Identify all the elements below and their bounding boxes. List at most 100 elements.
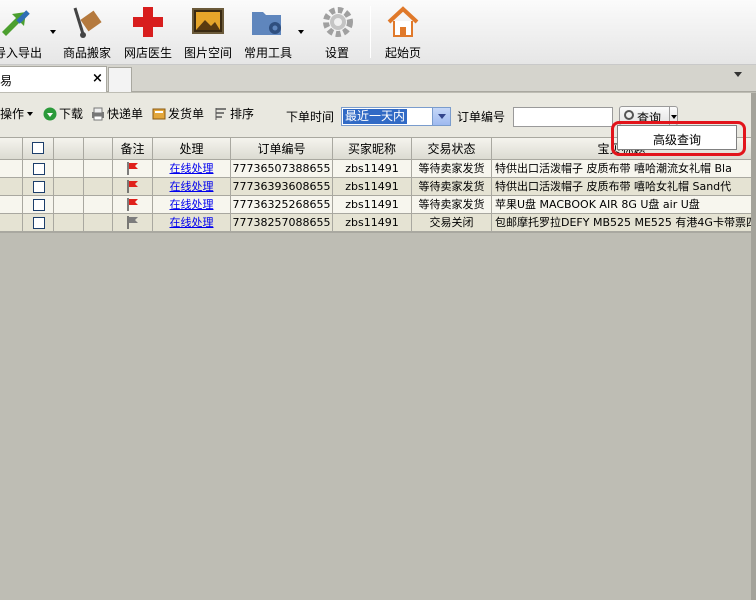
advanced-query-item[interactable]: 高级查询 [618,131,736,148]
window-edge [751,93,756,600]
import-export-icon [2,10,30,36]
row-order-no-cell: 77736507388655 [231,160,333,178]
row-status-cell: 等待卖家发货 [412,196,492,214]
row-checkbox[interactable] [33,163,45,175]
hand-truck-icon [73,7,102,38]
grid-bottom-line [0,232,751,233]
row-status-cell: 等待卖家发货 [412,178,492,196]
sort-icon [215,107,226,120]
row-blank-cell [84,214,113,232]
table-row[interactable]: 在线处理 77736393608655 zbs11491 等待卖家发货 特供出口活泼帽子… [0,178,756,196]
home-icon [387,6,419,37]
row-checkbox[interactable] [33,199,45,211]
online-process-link[interactable]: 在线处理 [170,162,214,175]
row-blank-cell [54,178,84,196]
store-doctor-button[interactable]: 网店医生 [121,2,175,62]
row-process-cell: 在线处理 [153,160,231,178]
row-blank-cell [84,178,113,196]
row-process-cell: 在线处理 [153,214,231,232]
row-title-cell: 包邮摩托罗拉DEFY MB525 ME525 有港4G卡带票四 [495,216,751,229]
move-goods-button[interactable]: 商品搬家 [60,2,114,62]
header-buyer[interactable]: 买家昵称 [333,138,412,160]
shipping-slip-button[interactable]: 发货单 [152,105,204,122]
row-process-cell: 在线处理 [153,196,231,214]
row-buyer-cell: zbs11491 [333,178,412,196]
row-blank-cell [84,196,113,214]
chevron-down-icon[interactable] [671,115,677,119]
select-all-checkbox[interactable] [32,142,44,154]
header-blank [84,138,113,160]
row-checkbox[interactable] [33,217,45,229]
row-gutter [0,214,23,232]
table-row[interactable]: 在线处理 77736507388655 zbs11491 等待卖家发货 特供出口活泼帽子… [0,160,756,178]
row-blank-cell [54,196,84,214]
online-process-link[interactable]: 在线处理 [170,216,214,229]
folder-gear-icon [252,12,281,35]
import-export-button[interactable]: 导入导出 [0,2,56,62]
tab-blank[interactable] [108,67,132,92]
chevron-down-icon[interactable] [50,30,56,34]
tab-strip: 易 × [0,65,756,92]
chevron-down-icon[interactable] [298,30,304,34]
row-blank-cell [84,160,113,178]
header-status[interactable]: 交易状态 [412,138,492,160]
query-dropdown-menu: 高级查询 [617,125,737,150]
main-toolbar: 导入导出 商品搬家 网店医生 图片空间 常用工具 设置 起始页 [0,0,756,65]
header-blank [54,138,84,160]
close-icon[interactable]: × [92,71,103,86]
row-status-cell: 交易关闭 [412,214,492,232]
download-button[interactable]: 下载 [43,105,83,122]
red-cross-icon [133,7,163,37]
common-tools-button[interactable]: 常用工具 [240,2,304,62]
tab-trade[interactable]: 易 × [0,66,107,92]
toolbar-label: 常用工具 [244,46,293,60]
tab-label: 易 [0,74,13,88]
shipping-doc-icon [152,108,166,119]
toolbar-label: 起始页 [384,46,421,60]
settings-button[interactable]: 设置 [310,2,364,62]
row-order-no-cell: 77738257088655 [231,214,333,232]
header-note[interactable]: 备注 [113,138,153,160]
header-process[interactable]: 处理 [153,138,231,160]
batch-operation-button[interactable]: 操作 [0,105,34,122]
start-page-button[interactable]: 起始页 [376,2,430,62]
row-title-cell: 特供出口活泼帽子 皮质布带 嘻哈女礼帽 Sand代 [495,180,732,193]
chevron-down-icon[interactable] [432,108,450,125]
row-order-no-cell: 77736325268655 [231,196,333,214]
table-row[interactable]: 在线处理 77736325268655 zbs11491 等待卖家发货 苹果U盘 MAC… [0,196,756,214]
row-gutter [0,196,23,214]
header-select-all[interactable] [23,138,54,160]
chevron-down-icon[interactable] [734,72,742,77]
flag-icon[interactable] [127,198,139,211]
row-buyer-cell: zbs11491 [333,214,412,232]
toolbar-label: 图片空间 [183,46,232,60]
batch-operation-label: 操作 [0,107,25,121]
order-time-select[interactable]: 最近一天内 [341,107,451,126]
row-checkbox[interactable] [33,181,45,193]
online-process-link[interactable]: 在线处理 [170,198,214,211]
toolbar-label: 商品搬家 [62,46,111,60]
header-order-no[interactable]: 订单编号 [231,138,333,160]
picture-space-button[interactable]: 图片空间 [181,2,235,62]
flag-icon[interactable] [127,162,139,175]
row-process-cell: 在线处理 [153,178,231,196]
toolbar-divider [370,6,371,58]
online-process-link[interactable]: 在线处理 [170,180,214,193]
order-time-label: 下单时间 [286,110,335,124]
search-icon [624,110,634,120]
table-row[interactable]: 在线处理 77738257088655 zbs11491 交易关闭 包邮摩托罗拉DEFY… [0,214,756,232]
picture-icon [192,8,224,34]
gear-icon [323,7,353,37]
row-status-cell: 等待卖家发货 [412,160,492,178]
shipping-slip-label: 发货单 [168,107,205,121]
row-blank-cell [54,214,84,232]
order-time-value: 最近一天内 [343,109,408,124]
order-number-input[interactable] [513,107,613,127]
express-slip-button[interactable]: 快递单 [91,105,143,122]
toolbar-label: 网店医生 [123,46,172,60]
flag-icon[interactable] [127,216,139,229]
download-label: 下载 [59,107,84,121]
sort-button[interactable]: 排序 [214,105,254,122]
chevron-down-icon [27,111,34,116]
flag-icon[interactable] [127,180,139,193]
